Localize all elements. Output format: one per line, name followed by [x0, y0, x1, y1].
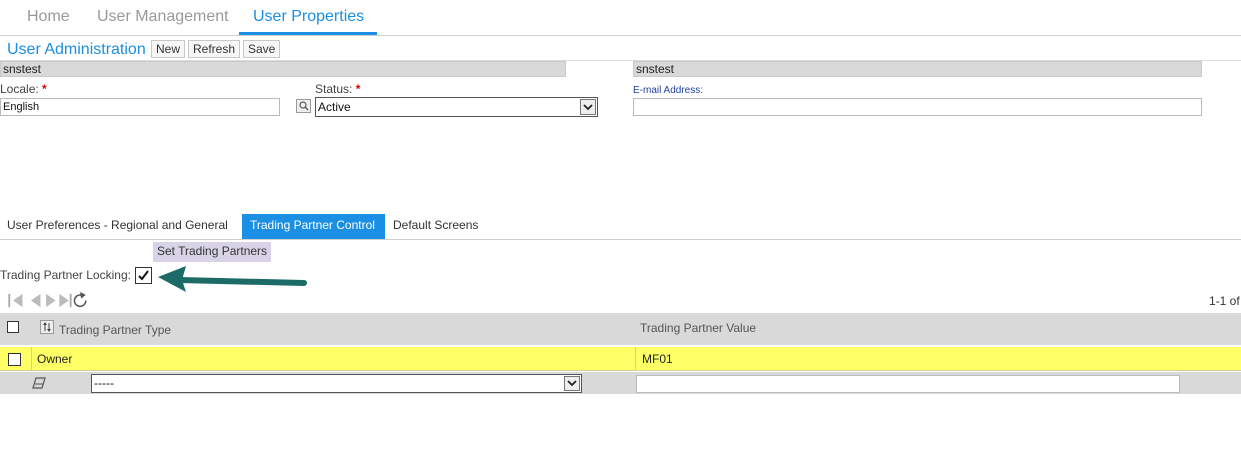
column-separator — [635, 347, 636, 371]
user-name-bar-right: snstest — [633, 61, 1202, 77]
next-page-icon[interactable] — [46, 293, 56, 308]
first-page-icon[interactable] — [8, 293, 23, 308]
column-separator — [31, 347, 32, 371]
page-title: User Administration — [7, 41, 146, 58]
row-value-cell: MF01 — [642, 352, 673, 366]
table-row[interactable]: Owner MF01 — [0, 347, 1241, 371]
status-label: Status: * — [315, 82, 361, 96]
tab-user-management[interactable]: User Management — [91, 0, 235, 35]
tp-locking-checkbox[interactable] — [135, 267, 152, 284]
annotation-arrow-icon — [158, 266, 307, 292]
tp-locking-label: Trading Partner Locking: — [0, 268, 131, 282]
row-type-cell: Owner — [37, 352, 73, 366]
new-button[interactable]: New — [151, 40, 186, 58]
save-button[interactable]: Save — [243, 40, 281, 58]
tp-value-input[interactable] — [636, 375, 1180, 393]
tab-default-screens[interactable]: Default Screens — [387, 214, 484, 239]
lookup-icon[interactable] — [296, 99, 311, 113]
column-settings-icon[interactable] — [40, 320, 54, 334]
grid-header — [0, 313, 1241, 345]
refresh-button[interactable]: Refresh — [188, 40, 241, 58]
select-all-checkbox[interactable] — [7, 321, 19, 333]
locale-field[interactable]: English — [0, 98, 280, 116]
checkmark-icon — [138, 270, 149, 281]
tab-user-preferences[interactable]: User Preferences - Regional and General — [1, 214, 234, 239]
column-header-type[interactable]: Trading Partner Type — [59, 323, 171, 337]
tab-home[interactable]: Home — [21, 0, 76, 35]
tab-user-properties[interactable]: User Properties — [239, 0, 377, 35]
tp-type-select-value: ----- — [94, 376, 114, 390]
tp-type-select[interactable]: ----- — [91, 374, 582, 393]
sub-tabs-divider — [0, 239, 1241, 240]
status-select-value: Active — [318, 100, 351, 114]
status-select[interactable]: Active — [315, 97, 598, 117]
refresh-icon[interactable] — [73, 292, 87, 308]
email-field[interactable] — [633, 98, 1202, 116]
previous-page-icon[interactable] — [31, 293, 41, 308]
user-name-bar-left: snstest — [0, 61, 566, 77]
set-trading-partners-button[interactable]: Set Trading Partners — [153, 242, 272, 262]
eraser-icon[interactable] — [31, 376, 47, 390]
column-header-value[interactable]: Trading Partner Value — [640, 321, 756, 335]
pager-count: 1-1 of — [1209, 294, 1240, 308]
last-page-icon[interactable] — [59, 293, 72, 308]
tab-trading-partner-control[interactable]: Trading Partner Control — [242, 214, 385, 239]
pager-controls — [8, 292, 87, 308]
locale-label: Locale: * — [0, 82, 47, 96]
top-tabs-divider — [0, 35, 1241, 36]
chevron-down-icon[interactable] — [580, 99, 596, 115]
row-checkbox[interactable] — [8, 353, 21, 366]
chevron-down-icon[interactable] — [564, 376, 580, 391]
email-label: E-mail Address: — [633, 85, 704, 96]
